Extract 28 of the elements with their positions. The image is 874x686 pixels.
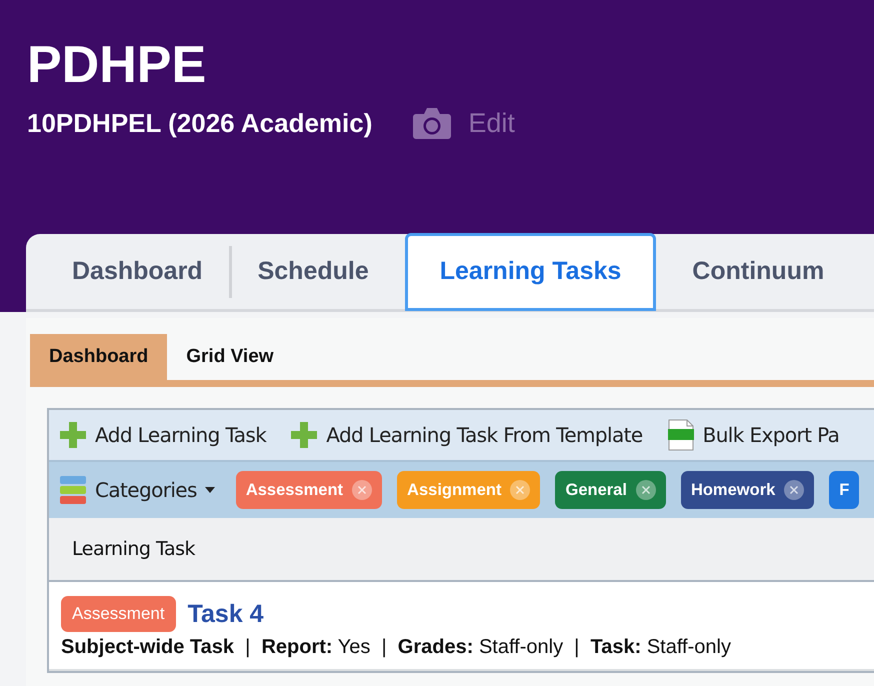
caret-icon	[204, 487, 215, 493]
edit-link[interactable]: Edit	[468, 108, 515, 138]
remove-icon[interactable]	[636, 480, 656, 500]
task-details: Subject-wide Task | Report: Yes | Grades: Staff-only | Task: Staff-only	[61, 636, 732, 659]
layers-icon	[59, 475, 87, 505]
camera-icon[interactable]	[412, 106, 452, 140]
tab[interactable]: Continuum	[666, 234, 850, 309]
plus-icon	[290, 421, 318, 449]
categories-dropdown[interactable]: Categories	[59, 475, 215, 505]
csv-file-icon	[666, 419, 695, 451]
tab[interactable]: Dashboard	[46, 234, 229, 309]
category-chip[interactable]: F	[829, 471, 860, 509]
task-link[interactable]: Task 4	[188, 600, 264, 628]
category-chip[interactable]: Homework	[680, 471, 814, 509]
toolbar-button[interactable]: Bulk Export Pa	[666, 419, 840, 451]
plus-icon	[59, 421, 87, 449]
toolbar-button[interactable]: Add Learning Task From Template	[290, 421, 643, 449]
category-chip[interactable]: General	[555, 471, 666, 509]
toolbar-button[interactable]: Add Learning Task	[59, 421, 266, 449]
subtab[interactable]: Grid View	[167, 334, 293, 380]
page-title: PDHPE	[27, 35, 208, 96]
remove-icon[interactable]	[784, 480, 804, 500]
column-header: Learning Task	[72, 538, 196, 560]
class-code: 10PDHPEL (2026 Academic)	[27, 108, 372, 138]
subtab[interactable]: Dashboard	[30, 334, 168, 380]
category-tag: Assessment	[61, 596, 176, 632]
tab[interactable]: Learning Tasks	[404, 232, 656, 310]
tab[interactable]: Schedule	[232, 234, 395, 309]
